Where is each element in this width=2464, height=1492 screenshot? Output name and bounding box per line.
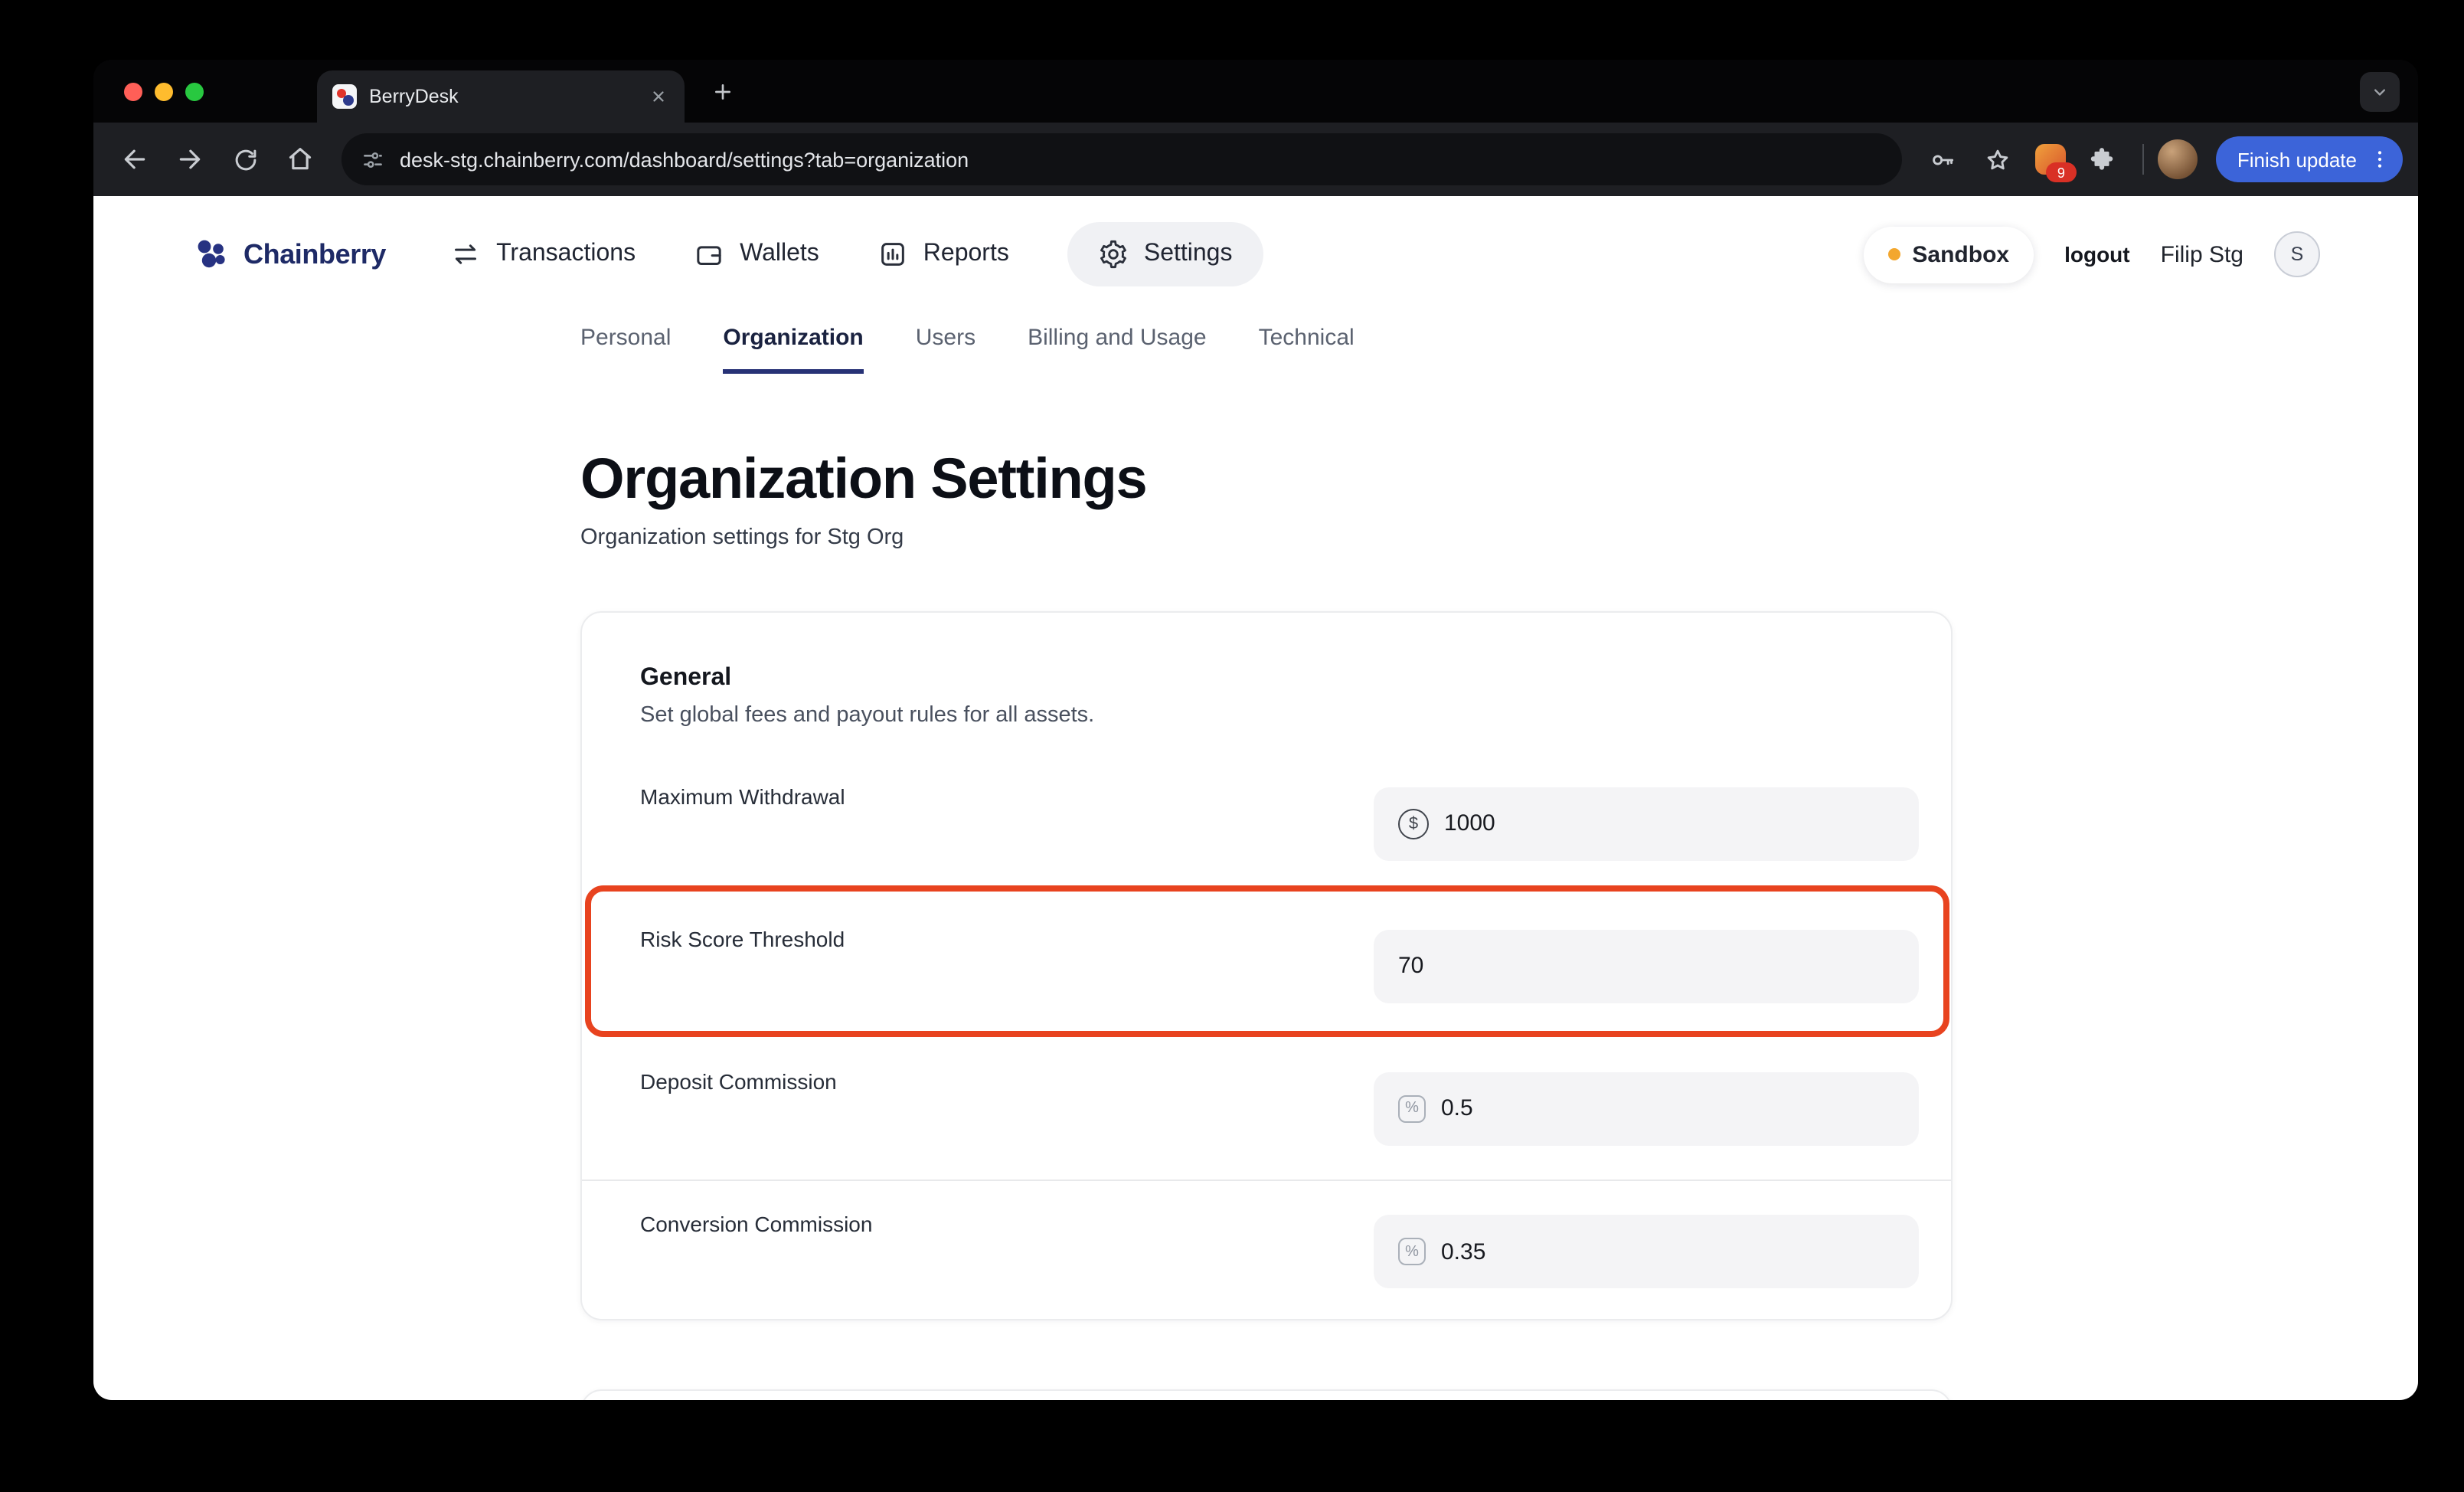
maximum-withdrawal-field[interactable]: $	[1374, 787, 1919, 860]
conversion-commission-input[interactable]	[1441, 1238, 1894, 1265]
browser-window: BerryDesk	[93, 60, 2418, 1400]
browser-tab-berrydesk[interactable]: BerryDesk	[317, 70, 685, 123]
minimize-window-button[interactable]	[155, 82, 173, 100]
row-risk-score-threshold: Risk Score Threshold	[582, 895, 1951, 1037]
main-nav: Transactions Wallets Reports	[450, 222, 1263, 286]
row-label: Conversion Commission	[640, 1212, 872, 1236]
conversion-commission-field[interactable]: %	[1374, 1215, 1919, 1288]
user-name: Filip Stg	[2161, 241, 2243, 267]
extension-badge: 9	[2046, 162, 2077, 182]
tab-technical[interactable]: Technical	[1259, 325, 1355, 374]
forward-button[interactable]	[164, 133, 216, 185]
finish-update-button[interactable]: Finish update	[2216, 136, 2403, 182]
nav-label: Transactions	[496, 240, 636, 268]
nav-item-transactions[interactable]: Transactions	[450, 239, 636, 270]
general-settings-card: General Set global fees and payout rules…	[580, 611, 1953, 1320]
extension-with-badge-icon[interactable]: 9	[2028, 136, 2073, 182]
tab-billing-and-usage[interactable]: Billing and Usage	[1028, 325, 1207, 374]
web-page: Chainberry Transactions Wallets	[93, 196, 2418, 1400]
row-deposit-commission: Deposit Commission %	[582, 1037, 1951, 1180]
browser-menu-dots-icon[interactable]	[2366, 146, 2394, 173]
card-description: Set global fees and payout rules for all…	[640, 702, 1893, 729]
risk-score-threshold-field[interactable]	[1374, 929, 1919, 1003]
row-maximum-withdrawal: Maximum Withdrawal $	[582, 752, 1951, 895]
transactions-icon	[450, 239, 481, 270]
settings-rows: Maximum Withdrawal $ Risk Score Threshol…	[582, 752, 1951, 1322]
chainberry-logo[interactable]: Chainberry	[191, 234, 386, 274]
row-label: Deposit Commission	[640, 1068, 837, 1093]
finish-update-label: Finish update	[2237, 148, 2357, 171]
address-bar[interactable]: desk-stg.chainberry.com/dashboard/settin…	[341, 133, 1902, 185]
environment-label: Sandbox	[1912, 241, 2009, 267]
tab-close-icon[interactable]	[645, 83, 672, 110]
password-key-icon[interactable]	[1917, 133, 1969, 185]
browser-tab-strip: BerryDesk	[93, 60, 2418, 123]
dollar-icon: $	[1398, 808, 1429, 839]
berrydesk-favicon-icon	[332, 84, 357, 109]
maximum-withdrawal-input[interactable]	[1444, 810, 1894, 836]
nav-item-settings[interactable]: Settings	[1067, 222, 1263, 286]
nav-label: Reports	[923, 240, 1009, 268]
reports-icon	[877, 239, 908, 270]
bookmark-star-icon[interactable]	[1972, 133, 2024, 185]
percent-icon: %	[1398, 1094, 1426, 1122]
wallet-icon	[694, 239, 724, 270]
extensions-puzzle-icon[interactable]	[2077, 133, 2129, 185]
settings-tab-bar: Personal Organization Users Billing and …	[93, 325, 2418, 374]
nav-label: Wallets	[740, 240, 819, 268]
tab-personal[interactable]: Personal	[580, 325, 671, 374]
user-avatar[interactable]: S	[2274, 231, 2320, 277]
tab-title: BerryDesk	[369, 86, 632, 107]
home-button[interactable]	[274, 133, 326, 185]
screenshot-canvas: BerryDesk	[0, 0, 2464, 1492]
berry-logo-icon	[191, 234, 231, 274]
row-label: Maximum Withdrawal	[640, 784, 845, 808]
gear-icon	[1098, 239, 1129, 270]
nav-item-wallets[interactable]: Wallets	[694, 239, 819, 270]
deposit-commission-field[interactable]: %	[1374, 1072, 1919, 1145]
next-settings-card-partial	[580, 1389, 1953, 1400]
logo-text: Chainberry	[243, 238, 386, 270]
fullscreen-window-button[interactable]	[185, 82, 204, 100]
window-controls	[124, 60, 204, 123]
new-tab-button[interactable]	[703, 72, 743, 112]
nav-item-reports[interactable]: Reports	[877, 239, 1009, 270]
title-block: Organization Settings Organization setti…	[93, 447, 2418, 550]
tab-search-chevron-icon[interactable]	[2360, 72, 2400, 112]
deposit-commission-input[interactable]	[1441, 1095, 1894, 1121]
page-subtitle: Organization settings for Stg Org	[580, 525, 2418, 550]
card-title: General	[640, 665, 1893, 692]
logout-link[interactable]: logout	[2064, 242, 2130, 267]
reload-button[interactable]	[219, 133, 271, 185]
tab-users[interactable]: Users	[916, 325, 975, 374]
tab-organization[interactable]: Organization	[723, 325, 863, 374]
browser-profile-avatar[interactable]	[2158, 139, 2198, 179]
row-conversion-commission: Conversion Commission %	[582, 1180, 1951, 1322]
close-window-button[interactable]	[124, 82, 142, 100]
page-title: Organization Settings	[580, 447, 2418, 512]
app-header: Chainberry Transactions Wallets	[93, 196, 2418, 312]
back-button[interactable]	[109, 133, 161, 185]
risk-score-threshold-input[interactable]	[1398, 953, 1894, 979]
percent-icon: %	[1398, 1238, 1426, 1265]
card-header: General Set global fees and payout rules…	[582, 613, 1951, 729]
header-right-cluster: Sandbox logout Filip Stg S	[1863, 226, 2320, 283]
nav-label: Settings	[1144, 240, 1233, 268]
toolbar-divider	[2142, 144, 2144, 175]
environment-badge[interactable]: Sandbox	[1863, 226, 2034, 283]
site-settings-icon[interactable]	[360, 146, 386, 172]
browser-toolbar: desk-stg.chainberry.com/dashboard/settin…	[93, 123, 2418, 196]
url-text: desk-stg.chainberry.com/dashboard/settin…	[400, 148, 969, 171]
row-label: Risk Score Threshold	[640, 926, 845, 950]
sandbox-status-dot	[1887, 248, 1900, 260]
